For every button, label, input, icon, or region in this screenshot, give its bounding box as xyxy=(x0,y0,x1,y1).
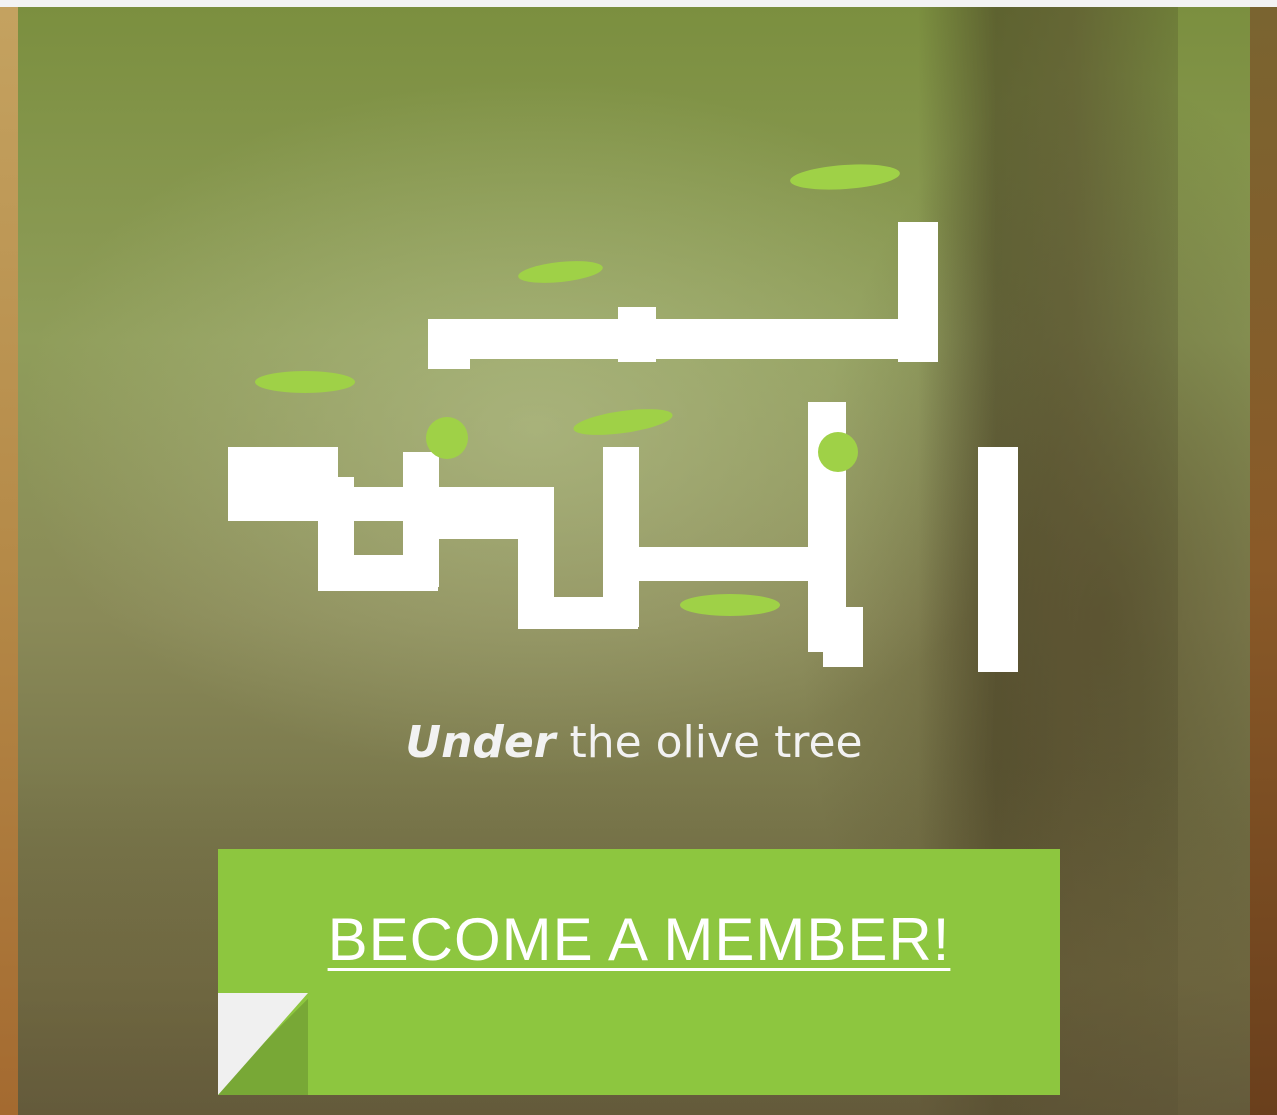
olive-icon xyxy=(818,432,858,472)
tagline-rest: the olive tree xyxy=(555,717,863,768)
become-member-link[interactable]: BECOME A MEMBER! xyxy=(218,905,1060,974)
olive-icon xyxy=(426,417,468,459)
page-edge-left xyxy=(0,7,18,1115)
olive-leaf-icon xyxy=(680,594,780,616)
tagline-bold: Under xyxy=(405,717,556,768)
tagline: Under the olive tree xyxy=(18,717,1250,768)
page-edge-right xyxy=(1250,7,1277,1115)
olive-leaf-icon xyxy=(255,371,355,393)
page-fold-corner xyxy=(218,993,308,1095)
